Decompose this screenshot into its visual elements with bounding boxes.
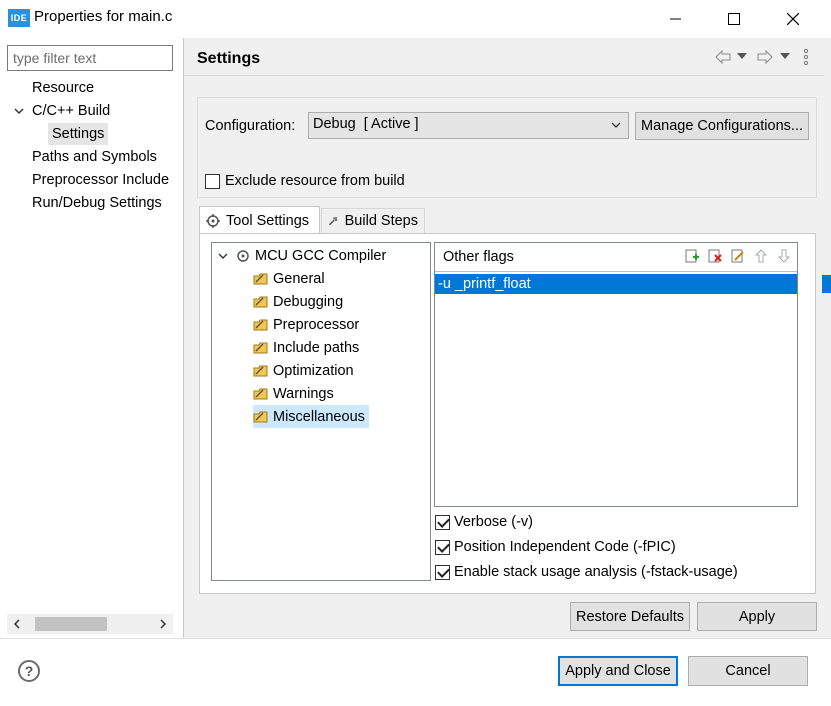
apply-and-close-button[interactable]: Apply and Close <box>558 656 678 686</box>
verbose-label: Verbose (-v) <box>454 514 533 530</box>
option-category-icon <box>253 296 268 307</box>
manage-configurations-button[interactable]: Manage Configurations... <box>635 112 809 140</box>
tree-item-label: General <box>273 270 325 287</box>
tab-build-steps[interactable]: Build Steps <box>321 208 425 233</box>
nav-item-settings[interactable]: Settings <box>48 123 109 145</box>
option-category-icon <box>253 411 268 422</box>
tree-item-general[interactable]: General <box>253 267 325 290</box>
dropdown-icon[interactable] <box>737 53 747 61</box>
dropdown-icon[interactable] <box>780 53 790 61</box>
maximize-button[interactable] <box>705 0 763 38</box>
tab-label: Tool Settings <box>226 212 310 229</box>
minimize-button[interactable] <box>647 0 705 38</box>
option-category-icon <box>253 273 268 284</box>
tab-tool-settings[interactable]: Tool Settings <box>199 206 320 234</box>
option-category-icon <box>253 365 268 376</box>
filter-input[interactable] <box>7 45 173 71</box>
stack-usage-label: Enable stack usage analysis (-fstack-usa… <box>454 564 738 580</box>
cancel-button[interactable]: Cancel <box>688 656 808 686</box>
option-category-icon <box>253 388 268 399</box>
nav-item-cc-build[interactable]: C/C++ Build <box>32 100 110 122</box>
fpic-label: Position Independent Code (-fPIC) <box>454 539 676 555</box>
build-steps-icon <box>328 217 338 226</box>
view-menu-icon[interactable] <box>802 48 810 66</box>
nav-item-paths-and-symbols[interactable]: Paths and Symbols <box>32 146 157 168</box>
tree-item-label: Debugging <box>273 293 344 310</box>
background-window-edge <box>822 275 831 293</box>
nav-item-resource[interactable]: Resource <box>32 77 94 99</box>
list-item[interactable]: -u _printf_float <box>435 274 797 294</box>
exclude-from-build-label: Exclude resource from build <box>225 173 405 189</box>
tool-settings-icon <box>206 213 220 228</box>
back-arrow-icon[interactable] <box>714 49 732 65</box>
scroll-right-icon[interactable] <box>153 614 173 634</box>
edit-icon[interactable] <box>730 248 746 264</box>
window-title: Properties for main.c <box>34 8 173 25</box>
add-icon[interactable] <box>684 248 700 264</box>
tree-item-debugging[interactable]: Debugging <box>253 290 343 313</box>
nav-item-run-debug-settings[interactable]: Run/Debug Settings <box>32 192 162 214</box>
configuration-label: Configuration: <box>205 118 296 134</box>
tree-item-label: Warnings <box>273 385 334 402</box>
footer-divider <box>0 638 831 639</box>
apply-button[interactable]: Apply <box>697 602 817 631</box>
help-icon[interactable]: ? <box>18 660 40 682</box>
tree-item-include-paths[interactable]: Include paths <box>253 336 359 359</box>
tab-label: Build Steps <box>344 213 418 229</box>
scroll-thumb[interactable] <box>35 617 107 631</box>
app-icon: IDE <box>8 9 30 27</box>
other-flags-header: Other flags <box>443 249 514 265</box>
tree-item-warnings[interactable]: Warnings <box>253 382 334 405</box>
tree-item-mcu-gcc-compiler[interactable]: MCU GCC Compiler <box>235 244 386 267</box>
move-down-icon[interactable] <box>776 248 792 264</box>
configuration-select[interactable]: Debug [ Active ] <box>308 112 629 139</box>
close-icon <box>787 13 799 25</box>
tree-item-label: Preprocessor <box>273 316 360 333</box>
tree-item-optimization[interactable]: Optimization <box>253 359 354 382</box>
move-up-icon[interactable] <box>753 248 769 264</box>
close-button[interactable] <box>764 0 822 38</box>
tree-item-label: MCU GCC Compiler <box>255 247 387 264</box>
tree-item-miscellaneous[interactable]: Miscellaneous <box>253 405 369 428</box>
minimize-icon <box>670 18 681 20</box>
other-flags-list[interactable] <box>435 271 797 506</box>
configuration-value: Debug [ Active ] <box>313 116 419 132</box>
chevron-down-icon <box>611 122 621 128</box>
page-title: Settings <box>197 50 261 67</box>
nav-horizontal-scrollbar[interactable] <box>7 614 173 634</box>
tree-item-label: Optimization <box>273 362 354 379</box>
exclude-from-build-checkbox[interactable] <box>205 174 220 189</box>
compiler-icon <box>237 249 249 262</box>
restore-defaults-button[interactable]: Restore Defaults <box>570 602 690 631</box>
option-category-icon <box>253 319 268 330</box>
nav-item-preprocessor-include[interactable]: Preprocessor Include <box>32 169 169 191</box>
verbose-checkbox[interactable] <box>435 515 450 530</box>
stack-usage-checkbox[interactable] <box>435 565 450 580</box>
chevron-down-icon[interactable] <box>217 250 229 262</box>
forward-arrow-icon[interactable] <box>756 49 774 65</box>
tree-item-label: Miscellaneous <box>273 408 365 425</box>
tree-item-label: Include paths <box>273 339 360 356</box>
tree-item-preprocessor[interactable]: Preprocessor <box>253 313 359 336</box>
fpic-checkbox[interactable] <box>435 540 450 555</box>
maximize-icon <box>728 13 740 25</box>
chevron-down-icon[interactable] <box>13 105 25 117</box>
scroll-left-icon[interactable] <box>7 614 27 634</box>
option-category-icon <box>253 342 268 353</box>
delete-icon[interactable] <box>707 248 723 264</box>
